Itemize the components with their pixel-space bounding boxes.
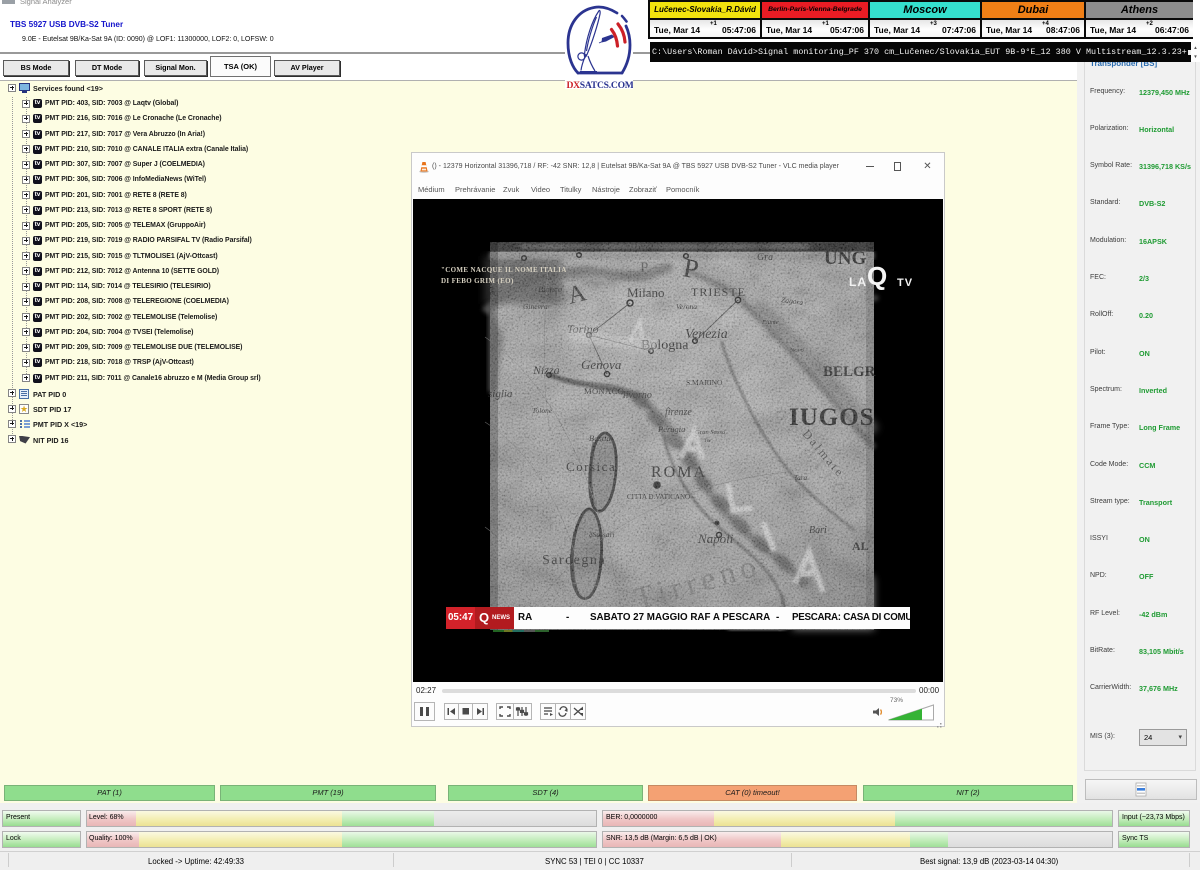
svg-text:SATCS.COM: SATCS.COM xyxy=(580,80,633,89)
svg-text:DX: DX xyxy=(567,80,581,89)
